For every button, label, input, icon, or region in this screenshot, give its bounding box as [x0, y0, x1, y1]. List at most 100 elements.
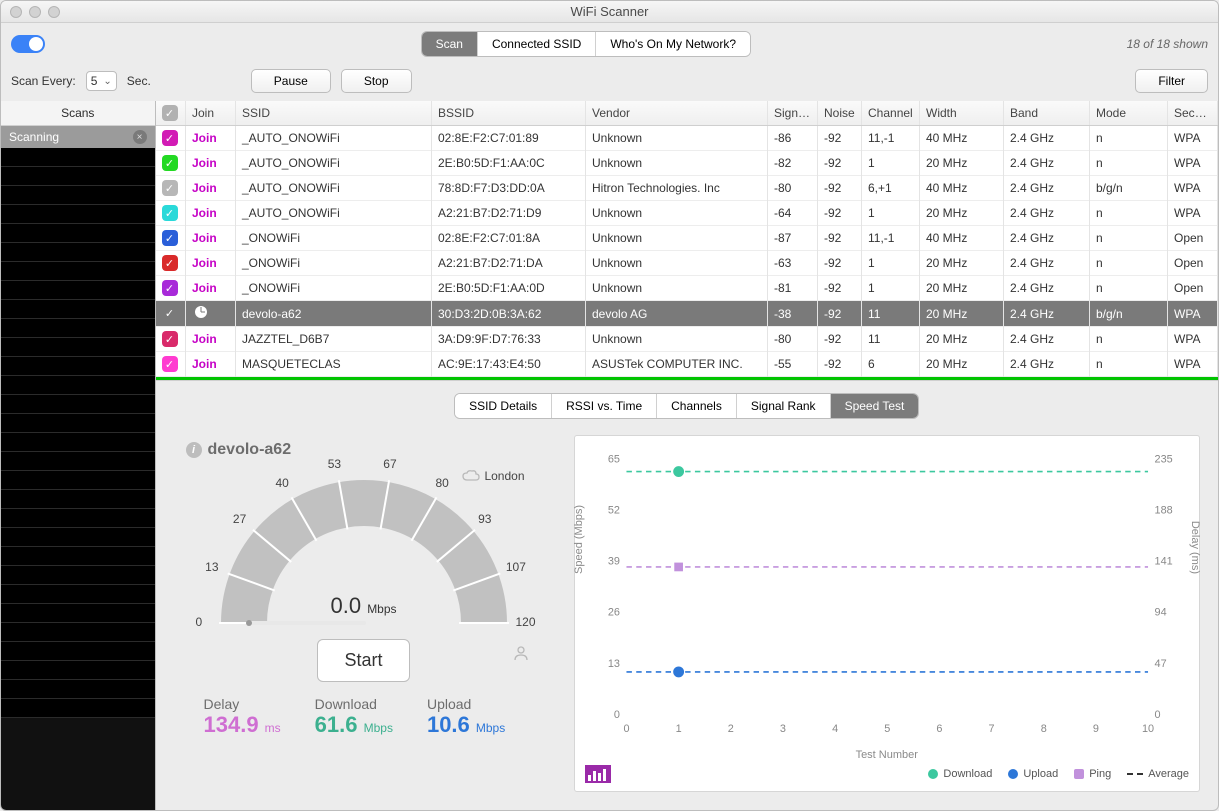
col-header[interactable]: Channel	[862, 101, 920, 126]
col-header[interactable]: BSSID	[432, 101, 586, 126]
cell: ✓	[156, 251, 186, 276]
cell: A2:21:B7:D2:71:D9	[432, 201, 586, 226]
cell: -64	[768, 201, 818, 226]
legend-ping: Ping	[1074, 768, 1111, 780]
list-item[interactable]	[1, 471, 155, 490]
list-item[interactable]	[1, 452, 155, 471]
list-item[interactable]	[1, 186, 155, 205]
detail-tab-1[interactable]: RSSI vs. Time	[552, 394, 657, 418]
main-tab-0[interactable]: Scan	[422, 32, 478, 56]
list-item[interactable]	[1, 205, 155, 224]
table-row[interactable]: ✓devolo-a6230:D3:2D:0B:3A:62devolo AG-38…	[156, 301, 1218, 327]
main-tab-2[interactable]: Who's On My Network?	[596, 32, 750, 56]
col-header[interactable]: Noise	[818, 101, 862, 126]
cell: 40 MHz	[920, 126, 1004, 151]
table-row[interactable]: ✓Join_ONOWiFi2E:B0:5D:F1:AA:0DUnknown-81…	[156, 276, 1218, 301]
join-button[interactable]	[186, 301, 236, 327]
list-item[interactable]	[1, 395, 155, 414]
gauge-value: 0.0	[330, 593, 361, 618]
join-button[interactable]: Join	[186, 352, 236, 377]
list-item[interactable]	[1, 148, 155, 167]
filter-button[interactable]: Filter	[1135, 69, 1208, 93]
cell: -92	[818, 276, 862, 301]
table-row[interactable]: ✓Join_ONOWiFi02:8E:F2:C7:01:8AUnknown-87…	[156, 226, 1218, 251]
col-header[interactable]: Band	[1004, 101, 1090, 126]
list-item[interactable]	[1, 319, 155, 338]
cell: 1	[862, 251, 920, 276]
main-tab-1[interactable]: Connected SSID	[478, 32, 596, 56]
cell: Unknown	[586, 276, 768, 301]
list-item[interactable]	[1, 623, 155, 642]
table-row[interactable]: ✓Join_AUTO_ONOWiFiA2:21:B7:D2:71:D9Unkno…	[156, 201, 1218, 226]
list-item[interactable]	[1, 433, 155, 452]
list-item[interactable]	[1, 300, 155, 319]
col-header[interactable]: Signal ⌄	[768, 101, 818, 126]
cell: 2.4 GHz	[1004, 226, 1090, 251]
join-button[interactable]: Join	[186, 176, 236, 201]
list-item[interactable]	[1, 243, 155, 262]
scanning-label: Scanning	[9, 130, 59, 144]
list-item[interactable]	[1, 585, 155, 604]
detail-tab-3[interactable]: Signal Rank	[737, 394, 831, 418]
list-item[interactable]	[1, 167, 155, 186]
info-icon[interactable]: i	[186, 442, 202, 458]
list-item[interactable]	[1, 357, 155, 376]
col-header[interactable]: Security	[1168, 101, 1218, 126]
list-item[interactable]	[1, 680, 155, 699]
table-row[interactable]: ✓JoinMASQUETECLASAC:9E:17:43:E4:50ASUSTe…	[156, 352, 1218, 377]
cell: 1	[862, 201, 920, 226]
cell: 20 MHz	[920, 276, 1004, 301]
list-item[interactable]	[1, 604, 155, 623]
join-button[interactable]: Join	[186, 327, 236, 352]
join-button[interactable]: Join	[186, 226, 236, 251]
join-button[interactable]: Join	[186, 151, 236, 176]
scan-toggle[interactable]	[11, 35, 45, 53]
join-button[interactable]: Join	[186, 276, 236, 301]
list-item[interactable]	[1, 547, 155, 566]
svg-text:4: 4	[832, 723, 838, 735]
list-item[interactable]	[1, 699, 155, 718]
table-row[interactable]: ✓Join_AUTO_ONOWiFi2E:B0:5D:F1:AA:0CUnkno…	[156, 151, 1218, 176]
list-item[interactable]	[1, 281, 155, 300]
list-item[interactable]	[1, 376, 155, 395]
list-item[interactable]	[1, 509, 155, 528]
join-button[interactable]: Join	[186, 251, 236, 276]
pause-button[interactable]: Pause	[251, 69, 331, 93]
bars-icon[interactable]	[585, 765, 611, 783]
col-header[interactable]: Width	[920, 101, 1004, 126]
col-header[interactable]: Vendor	[586, 101, 768, 126]
cell: 2.4 GHz	[1004, 126, 1090, 151]
list-item[interactable]	[1, 642, 155, 661]
stop-button[interactable]: Stop	[341, 69, 412, 93]
join-button[interactable]: Join	[186, 126, 236, 151]
list-item[interactable]	[1, 566, 155, 585]
detail-tab-4[interactable]: Speed Test	[831, 394, 919, 418]
list-item[interactable]	[1, 262, 155, 281]
detail-tab-0[interactable]: SSID Details	[455, 394, 552, 418]
cell: -38	[768, 301, 818, 327]
col-header[interactable]: Join	[186, 101, 236, 126]
x-axis-label: Test Number	[583, 749, 1192, 761]
list-item[interactable]	[1, 528, 155, 547]
col-header[interactable]: SSID	[236, 101, 432, 126]
col-header[interactable]: Mode	[1090, 101, 1168, 126]
list-item[interactable]	[1, 224, 155, 243]
table-row[interactable]: ✓Join_AUTO_ONOWiFi78:8D:F7:D3:DD:0AHitro…	[156, 176, 1218, 201]
sidebar: Scans Scanning ×	[1, 101, 156, 810]
list-item[interactable]	[1, 338, 155, 357]
gauge-tick-label: 80	[436, 476, 449, 490]
join-button[interactable]: Join	[186, 201, 236, 226]
svg-text:10: 10	[1141, 723, 1153, 735]
close-icon[interactable]: ×	[133, 130, 147, 144]
list-item[interactable]	[1, 661, 155, 680]
list-item[interactable]	[1, 490, 155, 509]
cell: 2.4 GHz	[1004, 327, 1090, 352]
cell: 02:8E:F2:C7:01:8A	[432, 226, 586, 251]
detail-tab-2[interactable]: Channels	[657, 394, 737, 418]
scanning-row[interactable]: Scanning ×	[1, 126, 155, 148]
table-row[interactable]: ✓Join_ONOWiFiA2:21:B7:D2:71:DAUnknown-63…	[156, 251, 1218, 276]
scan-every-select[interactable]: 5 ⌄	[86, 71, 117, 91]
table-row[interactable]: ✓Join_AUTO_ONOWiFi02:8E:F2:C7:01:89Unkno…	[156, 126, 1218, 151]
list-item[interactable]	[1, 414, 155, 433]
table-row[interactable]: ✓JoinJAZZTEL_D6B73A:D9:9F:D7:76:33Unknow…	[156, 327, 1218, 352]
